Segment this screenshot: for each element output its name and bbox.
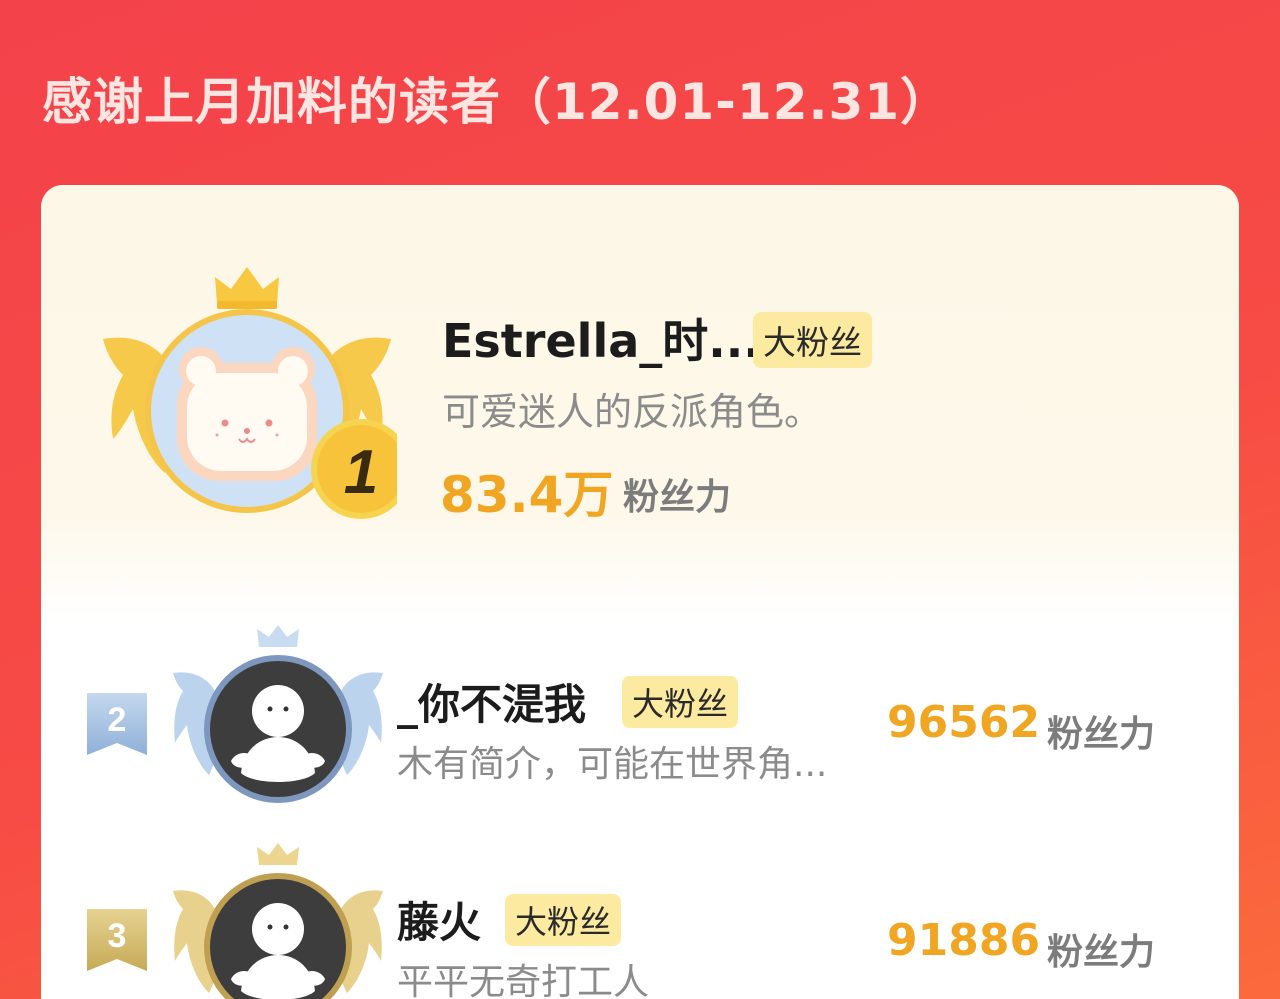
rank-3-avatar-frame — [173, 843, 383, 999]
reader-bio: 平平无奇打工人 — [397, 962, 650, 999]
crown-icon — [215, 267, 279, 303]
fan-power-unit: 粉丝力 — [1047, 714, 1156, 755]
reader-name: Estrella_时... — [442, 314, 761, 368]
reader-bio: 可爱迷人的反派角色。 — [442, 390, 823, 434]
reader-name: 藤火 — [397, 898, 482, 947]
rank-number: 2 — [108, 701, 127, 739]
fan-power-value: 83.4万 — [440, 466, 614, 524]
rank-3-flag-icon: 3 — [87, 909, 147, 971]
fan-power-value: 91886 — [887, 915, 1041, 966]
fan-power-unit: 粉丝力 — [623, 477, 732, 518]
page-title: 感谢上月加料的读者（12.01-12.31） — [42, 73, 952, 131]
fan-level-badge: 大粉丝 — [505, 894, 622, 946]
rank-number: 3 — [108, 917, 127, 955]
rank-2-flag-icon: 2 — [87, 693, 147, 755]
reader-name: _你不湜我 — [397, 680, 587, 729]
bear-toast-avatar-icon — [177, 347, 317, 481]
crown-icon — [257, 843, 299, 865]
crown-icon — [257, 625, 299, 647]
fan-power-unit: 粉丝力 — [1047, 932, 1156, 973]
fan-level-badge: 大粉丝 — [622, 676, 739, 728]
leaderboard-card: 1 Estrella_时... 大粉丝 可爱迷人的反派角色。 83.4万 粉丝力… — [41, 185, 1239, 999]
rank-1-emblem: 1 — [103, 267, 397, 519]
fan-level-badge: 大粉丝 — [753, 312, 872, 368]
rank-2-avatar-frame — [173, 625, 383, 803]
reader-bio: 木有简介，可能在世界角... — [397, 744, 828, 785]
rank-number: 1 — [344, 438, 378, 507]
fan-power-value: 96562 — [887, 697, 1041, 748]
page: 感谢上月加料的读者（12.01-12.31） 1 Estrella_时... 大… — [0, 0, 1280, 999]
